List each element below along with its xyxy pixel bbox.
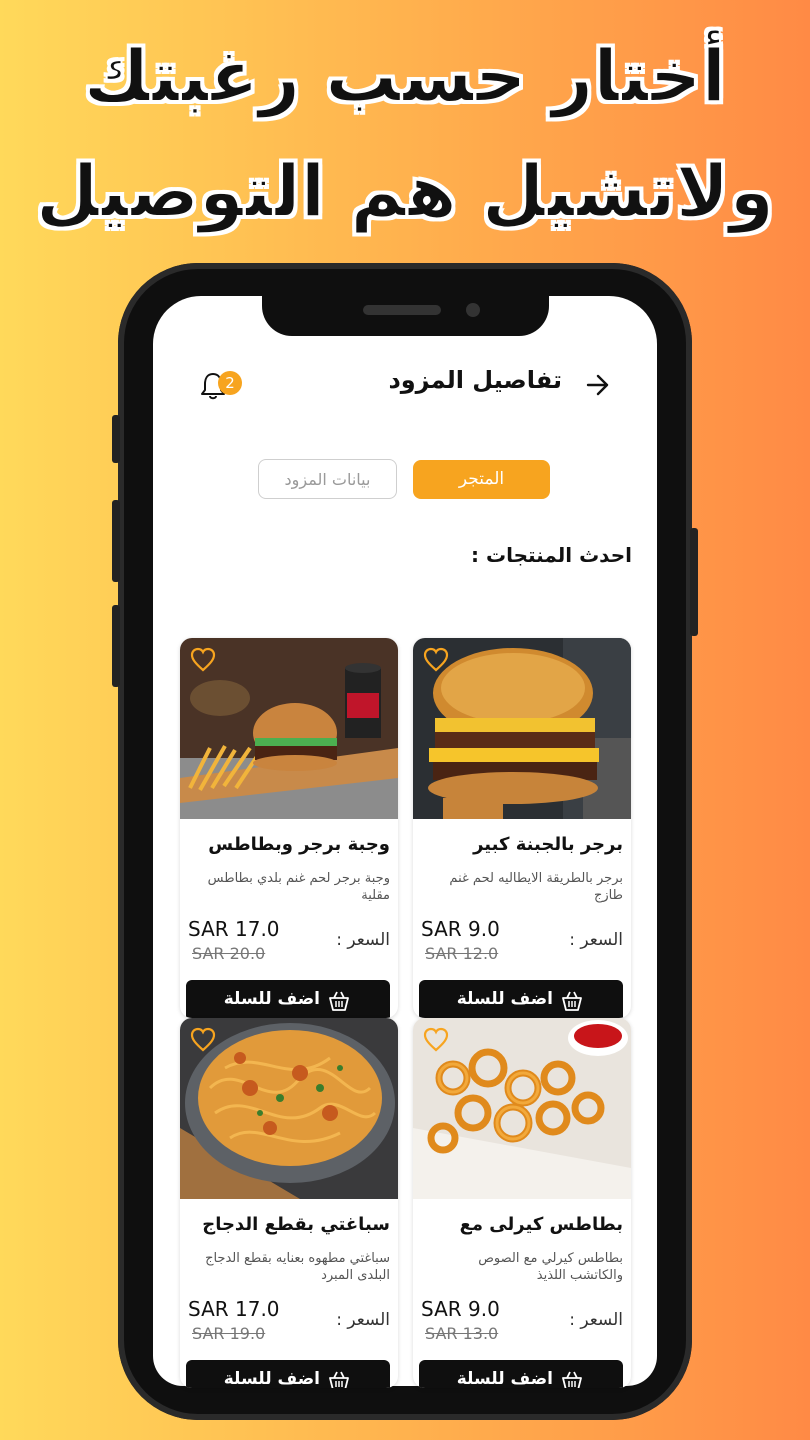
basket-icon: [329, 1371, 349, 1388]
phone-camera: [466, 303, 480, 317]
product-title: بطاطس كيرلى مع: [459, 1214, 623, 1235]
phone-speaker: [363, 305, 441, 315]
back-arrow-icon[interactable]: [585, 370, 611, 400]
product-price: SAR 17.0: [188, 1297, 280, 1321]
add-to-cart-button[interactable]: اضف للسلة: [186, 980, 390, 1018]
add-to-cart-button[interactable]: اضف للسلة: [419, 980, 623, 1018]
product-description: برجر بالطريقة الايطاليه لحم غنم طازج: [449, 871, 623, 903]
notification-badge: 2: [218, 371, 242, 395]
headline-line-2: ولاتشيل هم التوصيل: [35, 149, 775, 233]
product-price: SAR 9.0: [421, 917, 500, 941]
favorite-heart-icon[interactable]: [189, 1026, 217, 1054]
product-description: بطاطس كيرلي مع الصوص والكاتشب اللذيذ: [478, 1251, 623, 1283]
favorite-heart-icon[interactable]: [189, 646, 217, 674]
add-to-cart-label: اضف للسلة: [456, 1369, 553, 1388]
price-label: السعر :: [569, 1310, 623, 1330]
basket-icon: [329, 991, 349, 1011]
basket-icon: [562, 991, 582, 1011]
basket-icon: [562, 1371, 582, 1388]
favorite-heart-icon[interactable]: [422, 646, 450, 674]
headline-line-1: أختار حسب رغبتك: [83, 34, 727, 118]
product-title: برجر بالجبنة كبير: [473, 834, 623, 855]
product-old-price: SAR 20.0: [192, 944, 266, 963]
section-title-latest-products: احدث المنتجات :: [471, 543, 632, 567]
tab-provider-info[interactable]: بيانات المزود: [258, 459, 397, 499]
tab-store[interactable]: المتجر: [413, 460, 550, 499]
product-old-price: SAR 12.0: [425, 944, 499, 963]
add-to-cart-button[interactable]: اضف للسلة: [419, 1360, 623, 1388]
add-to-cart-label: اضف للسلة: [223, 1369, 320, 1388]
product-description: وجبة برجر لحم غنم بلدي بطاطس مقلية: [207, 871, 390, 903]
product-old-price: SAR 13.0: [425, 1324, 499, 1343]
product-card[interactable]: سباغتي بقطع الدجاج سباغتي مطهوه بعنايه ب…: [180, 1018, 398, 1388]
product-card[interactable]: برجر بالجبنة كبير برجر بالطريقة الايطالي…: [413, 638, 631, 1018]
product-price: SAR 9.0: [421, 1297, 500, 1321]
page-title: تفاصيل المزود: [388, 366, 562, 394]
add-to-cart-label: اضف للسلة: [223, 989, 320, 1009]
phone-power-button: [690, 528, 698, 636]
product-title: وجبة برجر وبطاطس: [208, 834, 390, 855]
add-to-cart-label: اضف للسلة: [456, 989, 553, 1009]
product-description: سباغتي مطهوه بعنايه بقطع الدجاج البلدى ا…: [205, 1251, 390, 1283]
product-old-price: SAR 19.0: [192, 1324, 266, 1343]
phone-side-button: [112, 415, 120, 463]
product-card[interactable]: بطاطس كيرلى مع بطاطس كيرلي مع الصوص والك…: [413, 1018, 631, 1388]
add-to-cart-button[interactable]: اضف للسلة: [186, 1360, 390, 1388]
phone-volume-down: [112, 605, 120, 687]
price-label: السعر :: [336, 930, 390, 950]
product-price: SAR 17.0: [188, 917, 280, 941]
phone-volume-up: [112, 500, 120, 582]
price-label: السعر :: [336, 1310, 390, 1330]
product-card[interactable]: وجبة برجر وبطاطس وجبة برجر لحم غنم بلدي …: [180, 638, 398, 1018]
product-title: سباغتي بقطع الدجاج: [202, 1214, 390, 1235]
price-label: السعر :: [569, 930, 623, 950]
favorite-heart-icon[interactable]: [422, 1026, 450, 1054]
